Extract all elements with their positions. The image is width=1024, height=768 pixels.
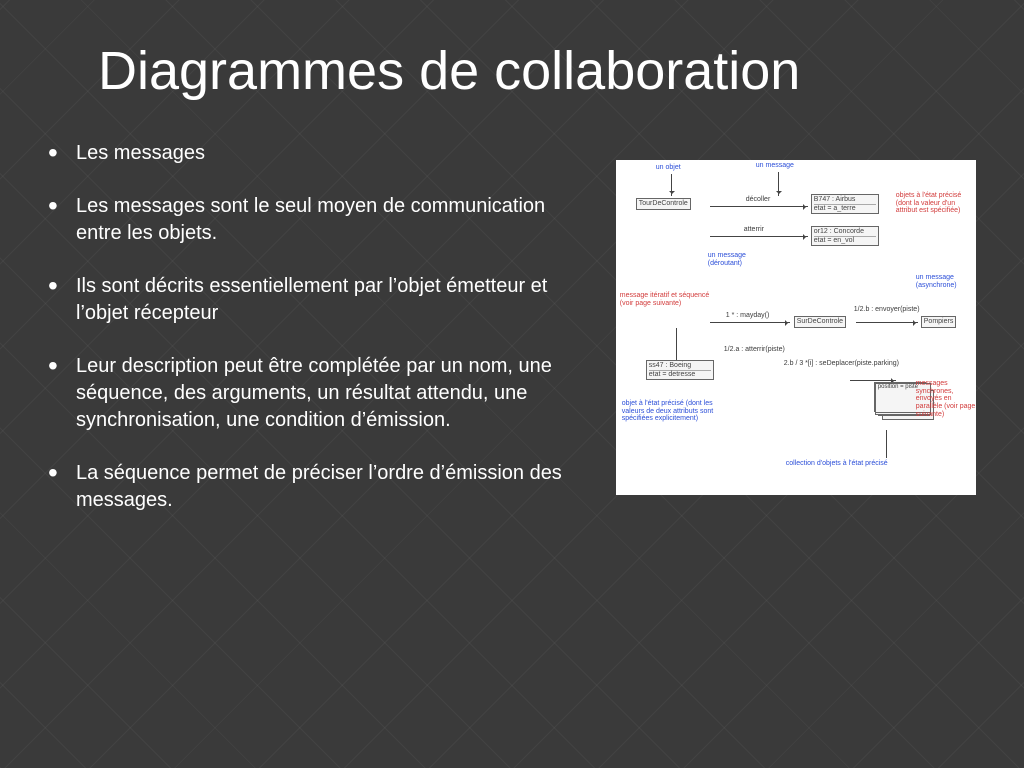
edge-label: 2.b / 3 *[i] : seDeplacer(piste.parking) [784, 360, 914, 368]
bullet-list: Les messages Les messages sont le seul m… [48, 140, 596, 514]
diagram-box-attr: etat = en_vol [814, 236, 876, 245]
arrow-icon [856, 322, 918, 323]
slide-body: Les messages Les messages sont le seul m… [48, 140, 976, 540]
diagram-box: ss47 : Boeing etat = detresse [646, 360, 714, 380]
diagram-label: objet à l'état précisé (dont les valeurs… [622, 400, 732, 423]
diagram-box: SurDeControle [794, 316, 846, 328]
arrow-icon [710, 322, 790, 323]
diagram-box-attr: etat = a_terre [814, 204, 876, 213]
arrow-icon [850, 380, 896, 381]
collaboration-diagram: un objet un message TourDeControle B747 … [616, 160, 976, 495]
list-item: Les messages sont le seul moyen de commu… [48, 193, 596, 247]
edge-label: 1 * : mayday() [726, 312, 770, 320]
edge-label: atterrir [744, 226, 764, 234]
list-item: La séquence permet de préciser l’ordre… [48, 460, 596, 514]
slide: Diagrammes de collaboration Les messages… [0, 0, 1024, 768]
diagram-box-attr: etat = detresse [649, 370, 711, 379]
edge-label: 1/2.a : atterrir(piste) [724, 346, 785, 354]
diagram-label: messages synchrones, envoyés en parallèl… [916, 380, 980, 418]
diagram-label: collection d'objets à l'état précisé [786, 460, 946, 468]
diagram-box: or12 : Concorde etat = en_vol [811, 226, 879, 246]
diagram-label: objets à l'état précisé (dont la valeur … [896, 192, 978, 215]
diagram-box: Pompiers [921, 316, 957, 328]
list-item: Ils sont décrits essentiellement par l’… [48, 273, 596, 327]
arrow-icon [671, 174, 672, 196]
diagram-label: un message (asynchrone) [916, 274, 976, 289]
connector-line [676, 328, 677, 360]
diagram-label: un objet [656, 164, 681, 172]
edge-label: 1/2.b : envoyer(piste) [854, 306, 920, 314]
arrow-icon [778, 172, 779, 196]
arrow-icon [710, 206, 808, 207]
page-title: Diagrammes de collaboration [98, 40, 976, 102]
diagram-box-title: B747 : Airbus [814, 196, 876, 204]
list-item: Les messages [48, 140, 596, 167]
diagram-box: TourDeControle [636, 198, 691, 210]
diagram-label: un message (déroutant) [708, 252, 778, 267]
diagram-box-title: ss47 : Boeing [649, 362, 711, 370]
edge-label: décoller [746, 196, 771, 204]
arrow-icon [710, 236, 808, 237]
connector-line [886, 430, 887, 458]
diagram-box-title: or12 : Concorde [814, 228, 876, 236]
diagram-label: un message [756, 162, 794, 170]
list-item: Leur description peut être complétée … [48, 353, 596, 434]
text-column: Les messages Les messages sont le seul m… [48, 140, 596, 540]
diagram-label: message itératif et séquencé (voir page … [620, 292, 710, 307]
diagram-box: B747 : Airbus etat = a_terre [811, 194, 879, 214]
